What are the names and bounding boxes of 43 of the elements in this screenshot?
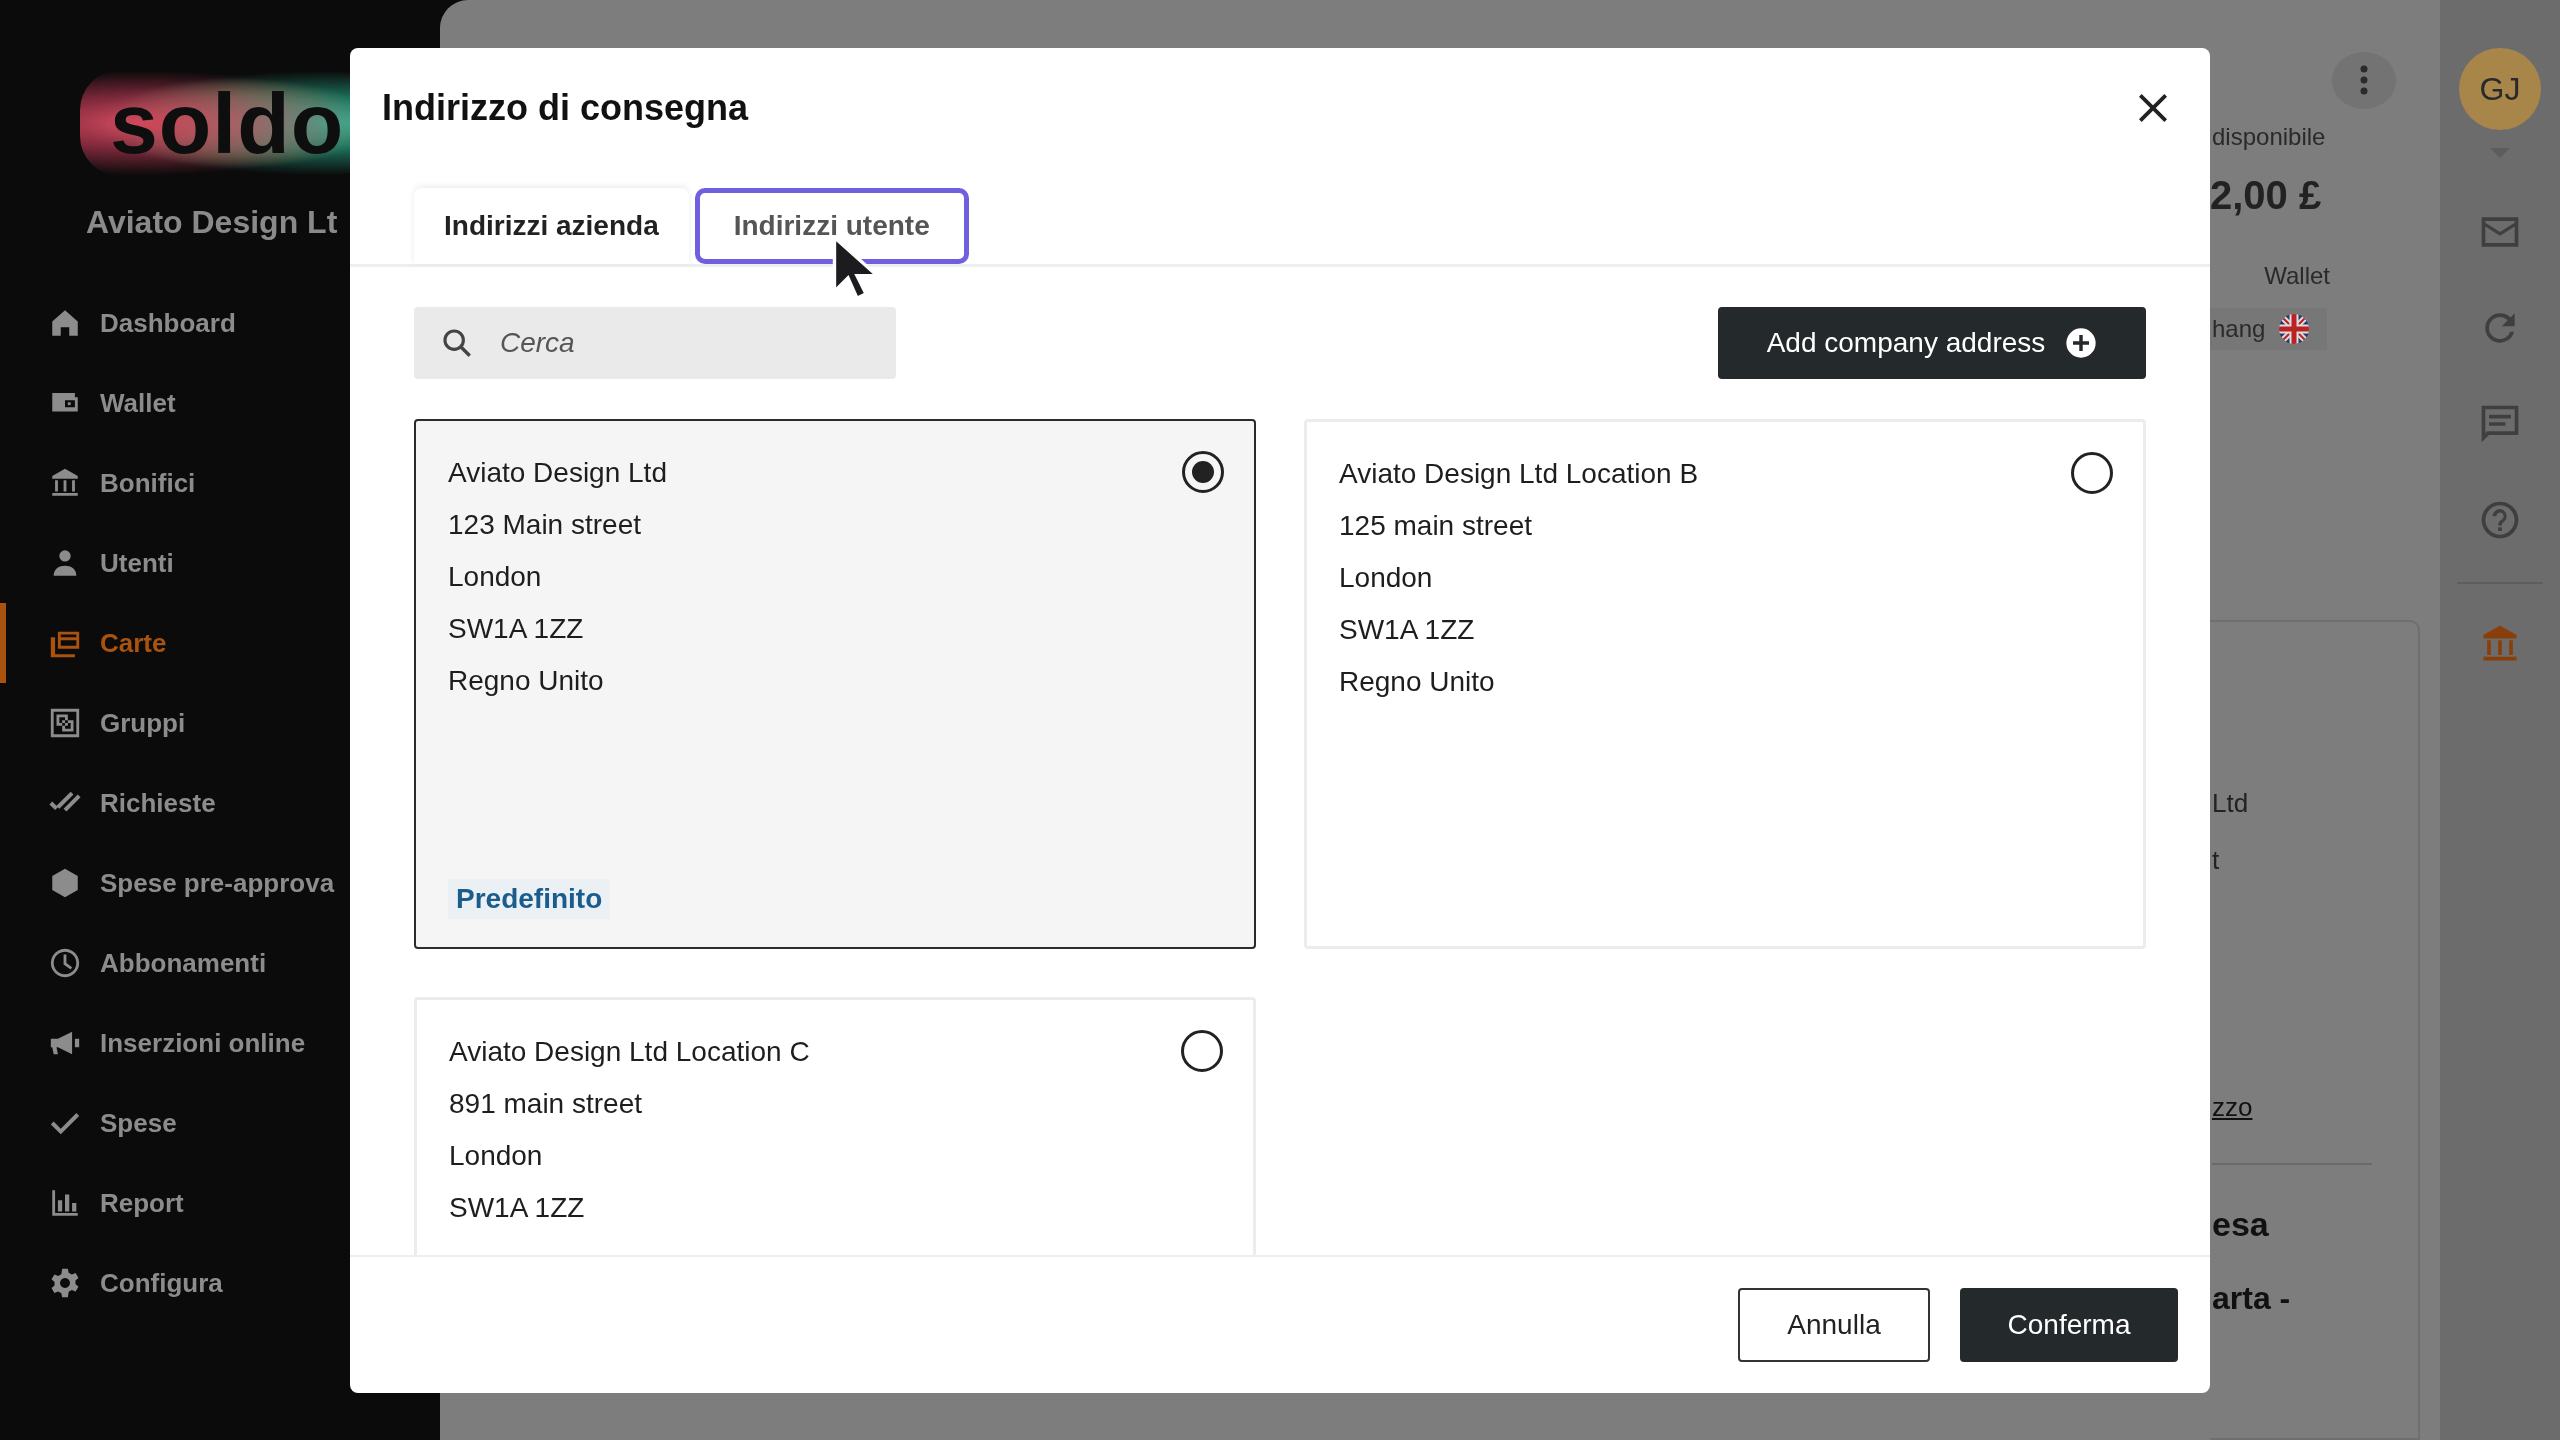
radio-button[interactable] xyxy=(1181,1030,1223,1072)
avatar[interactable]: GJ xyxy=(2459,48,2541,130)
radio-button[interactable] xyxy=(2071,452,2113,494)
address-card[interactable]: Aviato Design Ltd Location C 891 main street London SW1A 1ZZ xyxy=(414,997,1256,1255)
wallet-label: Wallet xyxy=(2264,262,2330,290)
address-line: London xyxy=(448,560,542,594)
confirm-button[interactable]: Conferma xyxy=(1960,1288,2178,1362)
balance: 2,00 £ xyxy=(2210,173,2322,218)
flag-icon xyxy=(2279,314,2310,344)
address-line: 125 main street xyxy=(1339,509,1532,543)
dialog-title: Indirizzo di consegna xyxy=(382,87,749,129)
background-link[interactable]: zzo xyxy=(2212,1092,2253,1123)
tab[interactable]: Indirizzi azienda xyxy=(414,188,689,264)
address-card[interactable]: Aviato Design Ltd Location B 125 main street London SW1A 1ZZ Regno Unito xyxy=(1304,419,2146,949)
address-line: 891 main street xyxy=(449,1087,642,1121)
background-text: Ltd xyxy=(2212,788,2250,819)
balance-label: disponibile xyxy=(2211,123,2326,151)
search-field[interactable]: Cerca xyxy=(414,307,896,379)
address-card[interactable]: Aviato Design Ltd 123 Main street London SW1A 1ZZ Regno Unito Predefinito xyxy=(414,419,1256,949)
search-icon xyxy=(440,326,474,360)
squares-icon xyxy=(48,706,82,740)
address-line: London xyxy=(1339,561,1433,595)
background-heading: esa xyxy=(2212,1205,2270,1244)
address-line: SW1A 1ZZ xyxy=(1339,613,1475,647)
radio-button[interactable] xyxy=(1182,451,1224,493)
address-line: Regno Unito xyxy=(448,664,604,698)
background-text: t xyxy=(2212,845,2221,876)
background-text: arta - xyxy=(2212,1280,2292,1317)
company-name: Aviato Design Lt xyxy=(86,204,339,241)
cancel-button[interactable]: Annulla xyxy=(1738,1288,1930,1362)
clock-icon xyxy=(48,946,82,980)
default-badge: Predefinito xyxy=(448,879,611,919)
address-line: SW1A 1ZZ xyxy=(449,1191,585,1225)
plus-icon xyxy=(2065,327,2098,359)
address-line: Aviato Design Ltd xyxy=(448,456,667,490)
wallet-name: hang xyxy=(2212,315,2266,343)
address-line: Aviato Design Ltd Location C xyxy=(449,1035,810,1069)
address-line: 123 Main street xyxy=(448,508,641,542)
address-line: London xyxy=(449,1139,543,1173)
address-line: Regno Unito xyxy=(1339,665,1495,699)
address-line: Aviato Design Ltd Location B xyxy=(1339,457,1699,491)
add-company-address-button[interactable]: Add company address xyxy=(1718,307,2146,379)
address-line: SW1A 1ZZ xyxy=(448,612,584,646)
